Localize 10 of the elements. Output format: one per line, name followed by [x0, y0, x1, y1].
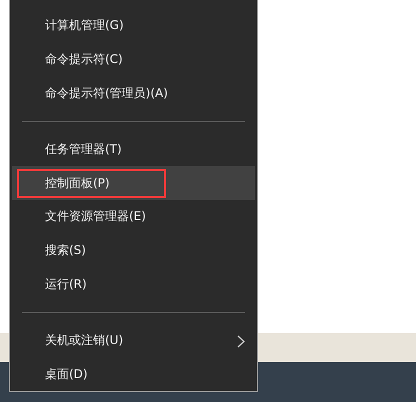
- menu-item[interactable]: 运行(R): [12, 267, 255, 301]
- menu-item[interactable]: 命令提示符(C): [12, 42, 255, 76]
- menu-item[interactable]: 文件资源管理器(E): [12, 200, 255, 234]
- menu-item[interactable]: 控制面板(P): [12, 166, 255, 200]
- menu-item[interactable]: 命令提示符(管理员)(A): [12, 76, 255, 110]
- menu-item[interactable]: 关机或注销(U): [12, 324, 255, 358]
- menu-item[interactable]: 搜索(S): [12, 234, 255, 268]
- menu-item[interactable]: 任务管理器(T): [12, 132, 255, 166]
- menu-item[interactable]: 计算机管理(G): [12, 9, 255, 43]
- menu-item[interactable]: 桌面(D): [12, 357, 255, 391]
